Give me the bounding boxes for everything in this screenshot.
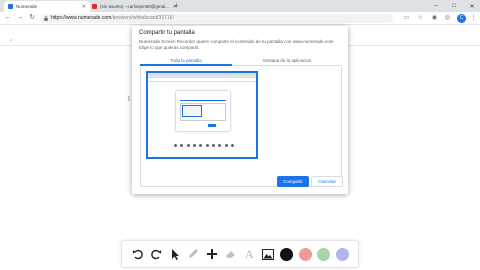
maximize-icon[interactable]: □ [446,0,462,12]
new-tab-button[interactable]: + [174,1,179,11]
eraser-icon[interactable] [224,247,238,261]
chevron-left-icon[interactable]: ‹ [10,38,12,44]
cancel-button[interactable]: Cancelar [311,176,343,187]
forward-icon[interactable]: → [15,13,25,23]
browser-tab-title: Numerade [16,4,38,9]
url-host: https://www.numerade.com [51,15,112,21]
dialog-title: Compartir tu pantalla [139,30,195,36]
color-lavender-swatch[interactable] [335,247,349,261]
thumbnail-dialog-button [208,124,216,127]
url-path: /answers/whiteboard/33716/ [111,15,174,21]
screen: Numerade ✕ (sin asunto) - carlospm88@gma… [0,0,480,270]
thumbnail-dialog-selection [182,105,202,117]
back-icon[interactable]: ← [3,13,13,23]
plus-icon[interactable] [205,247,219,261]
extension-icon[interactable]: ◉ [430,14,439,23]
undo-icon[interactable] [131,247,145,261]
color-black-swatch[interactable] [279,247,293,261]
reload-icon[interactable]: ↻ [27,13,37,23]
close-tab-icon[interactable]: ✕ [78,4,86,10]
tab-entire-screen[interactable]: Toda la pantalla [140,57,232,66]
cast-icon[interactable]: ▭ [402,14,411,23]
color-green-swatch[interactable] [317,247,331,261]
dialog-tabs: Toda la pantalla Ventana de la aplicacio… [140,57,342,66]
partial-page-text: I [128,96,130,103]
bookmark-star-icon[interactable]: ☆ [416,14,425,23]
lock-icon [44,16,48,21]
browser-toolbar: ← → ↻ https://www.numerade.com/answers/w… [0,12,480,25]
browser-tab-title: (sin asunto) - carlospm88@gmai... [100,4,169,9]
thumbnail-dialog [176,91,230,131]
text-icon[interactable]: A [242,247,256,261]
dialog-description: Numerade Screen Recorder quiere comparti… [139,39,335,50]
thumbnail-toolbar [148,78,256,82]
pointer-icon[interactable] [168,247,182,261]
screen-picker-panel [140,67,342,187]
share-screen-dialog: Compartir tu pantalla Numerade Screen Re… [132,26,348,194]
share-button[interactable]: Compartir [277,176,309,187]
screen-thumbnail[interactable] [146,71,258,159]
tab-application-window[interactable]: Ventana de la aplicacion [232,57,342,66]
close-window-icon[interactable]: ✕ [464,0,480,12]
gmail-favicon-icon [92,4,97,9]
extension-icon[interactable]: ◎ [443,14,452,23]
menu-kebab-icon[interactable]: ⋮ [469,14,478,23]
tab-strip: Numerade ✕ (sin asunto) - carlospm88@gma… [0,0,480,12]
address-bar[interactable]: https://www.numerade.com/answers/whitebo… [40,14,393,23]
color-pink-swatch[interactable] [298,247,312,261]
minimize-icon[interactable]: – [428,0,444,12]
pencil-icon[interactable] [186,247,200,261]
browser-tab-gmail[interactable]: (sin asunto) - carlospm88@gmai... ✕ [88,1,177,12]
redo-icon[interactable] [149,247,163,261]
thumbnail-dialog-tabs [180,99,226,101]
browser-tab-numerade[interactable]: Numerade ✕ [4,1,90,12]
numerade-favicon-icon [8,4,13,9]
image-icon[interactable] [261,247,275,261]
text-tool-glyph: A [244,246,254,261]
avatar[interactable]: C [457,14,466,23]
thumbnail-drawing-toolbar [174,143,234,148]
drawing-toolbar: A [121,240,359,268]
